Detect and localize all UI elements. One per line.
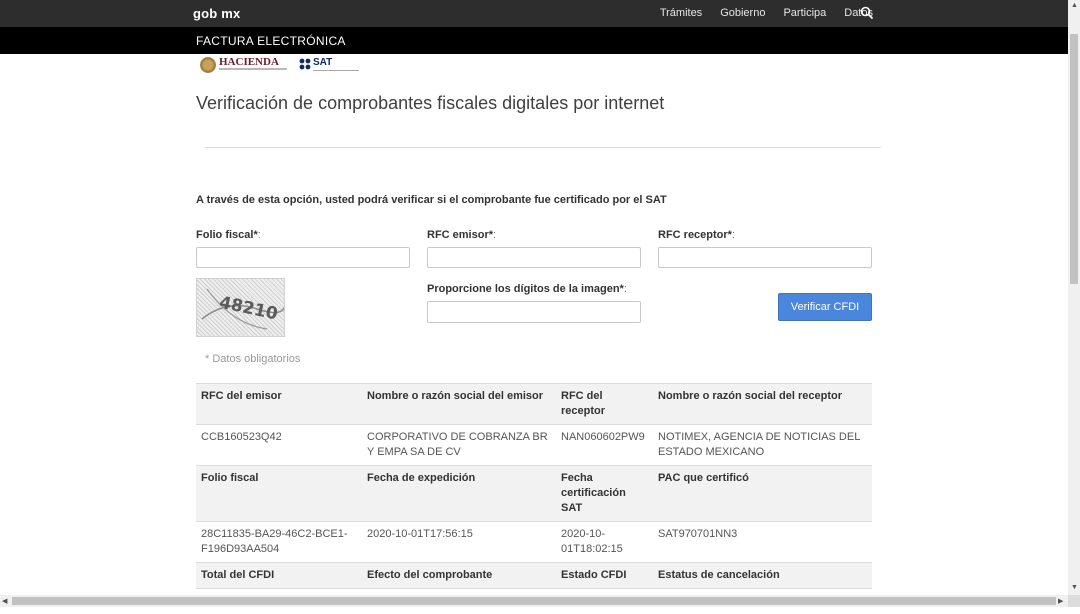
hacienda-subtitle-line xyxy=(219,68,287,70)
table-cell: 2020-10-01T17:56:15 xyxy=(362,522,556,563)
table-cell: SAT970701NN3 xyxy=(653,522,872,563)
captcha-input[interactable] xyxy=(427,301,641,323)
section-bar: FACTURA ELECTRÓNICA xyxy=(0,27,1068,54)
table-cell: 2020-10-01T18:02:15 xyxy=(556,522,653,563)
table-header-cell: PAC que certificó xyxy=(653,466,872,522)
table-cell: CORPORATIVO DE COBRANZA BR Y EMPA SA DE … xyxy=(362,425,556,466)
hacienda-logo: HACIENDA xyxy=(199,55,289,75)
table-row: CCB160523Q42CORPORATIVO DE COBRANZA BR Y… xyxy=(196,425,872,466)
nav-tramites[interactable]: Trámites xyxy=(660,7,702,19)
results-table: RFC del emisorNombre o razón social del … xyxy=(196,383,872,614)
table-header-cell: Nombre o razón social del receptor xyxy=(653,384,872,425)
scrollbar-corner xyxy=(1068,595,1080,607)
rfc-receptor-input[interactable] xyxy=(658,247,872,268)
table-header-row: Folio fiscalFecha de expediciónFecha cer… xyxy=(196,466,872,522)
vertical-scroll-thumb[interactable] xyxy=(1070,34,1078,284)
table-header-cell: Folio fiscal xyxy=(196,466,362,522)
intro-text: A través de esta opción, usted podrá ver… xyxy=(196,194,667,206)
hacienda-logo-text: HACIENDA xyxy=(219,56,279,68)
table-header-row: RFC del emisorNombre o razón social del … xyxy=(196,384,872,425)
sat-logo-text: SAT xyxy=(313,57,332,68)
table-cell: NAN060602PW9 xyxy=(556,425,653,466)
table-cell: NOTIMEX, AGENCIA DE NOTICIAS DEL ESTADO … xyxy=(653,425,872,466)
table-cell: CCB160523Q42 xyxy=(196,425,362,466)
sat-logo: SAT xyxy=(299,57,361,75)
eagle-seal-icon xyxy=(200,57,216,73)
table-header-row: Total del CFDIEfecto del comprobanteEsta… xyxy=(196,563,872,589)
captcha-label: Proporcione los dígitos de la imagen*: xyxy=(427,283,627,295)
top-navbar: gob mx Trámites Gobierno Participa Datos xyxy=(0,0,1068,27)
page-title: Verificación de comprobantes fiscales di… xyxy=(196,93,664,114)
scroll-down-icon[interactable]: ▼ xyxy=(1071,584,1078,591)
table-header-cell: Efecto del comprobante xyxy=(362,563,556,589)
table-header-cell: Fecha de expedición xyxy=(362,466,556,522)
horizontal-scroll-thumb[interactable] xyxy=(12,597,1056,605)
captcha-digits: 48210 xyxy=(217,293,279,325)
table-header-cell: RFC del emisor xyxy=(196,384,362,425)
horizontal-scrollbar[interactable]: ◀ ▶ xyxy=(0,595,1068,607)
gobmx-logo[interactable]: gob mx xyxy=(193,6,240,21)
section-title: FACTURA ELECTRÓNICA xyxy=(196,34,346,48)
nav-participa[interactable]: Participa xyxy=(783,7,826,19)
sat-subtitle-line xyxy=(313,70,359,71)
table-header-cell: Estatus de cancelación xyxy=(653,563,872,589)
scroll-left-icon[interactable]: ◀ xyxy=(2,597,7,605)
rfc-emisor-label: RFC emisor*: xyxy=(427,229,496,241)
table-header-cell: RFC del receptor xyxy=(556,384,653,425)
folio-input[interactable] xyxy=(196,247,410,268)
rfc-receptor-label: RFC receptor*: xyxy=(658,229,735,241)
scroll-up-icon[interactable]: ▲ xyxy=(1071,2,1078,9)
rfc-emisor-input[interactable] xyxy=(427,247,641,268)
divider xyxy=(205,147,881,148)
sat-dots-icon xyxy=(299,58,311,70)
table-header-cell: Total del CFDI xyxy=(196,563,362,589)
table-header-cell: Estado CFDI xyxy=(556,563,653,589)
required-note: * Datos obligatorios xyxy=(205,353,300,365)
nav-gobierno[interactable]: Gobierno xyxy=(720,7,765,19)
folio-label: Folio fiscal*: xyxy=(196,229,261,241)
scroll-right-icon[interactable]: ▶ xyxy=(1058,597,1063,605)
captcha-image: 48210 xyxy=(196,278,285,337)
table-row: 28C11835-BA29-46C2-BCE1-F196D93AA5042020… xyxy=(196,522,872,563)
captcha-graphic: 48210 xyxy=(197,279,285,337)
main-nav: Trámites Gobierno Participa Datos xyxy=(660,7,873,19)
table-cell: 28C11835-BA29-46C2-BCE1-F196D93AA504 xyxy=(196,522,362,563)
table-header-cell: Nombre o razón social del emisor xyxy=(362,384,556,425)
verify-cfdi-button[interactable]: Verificar CFDI xyxy=(778,293,872,321)
vertical-scrollbar[interactable]: ▲ ▼ xyxy=(1068,0,1080,595)
table-header-cell: Fecha certificación SAT xyxy=(556,466,653,522)
search-icon[interactable] xyxy=(860,6,874,20)
